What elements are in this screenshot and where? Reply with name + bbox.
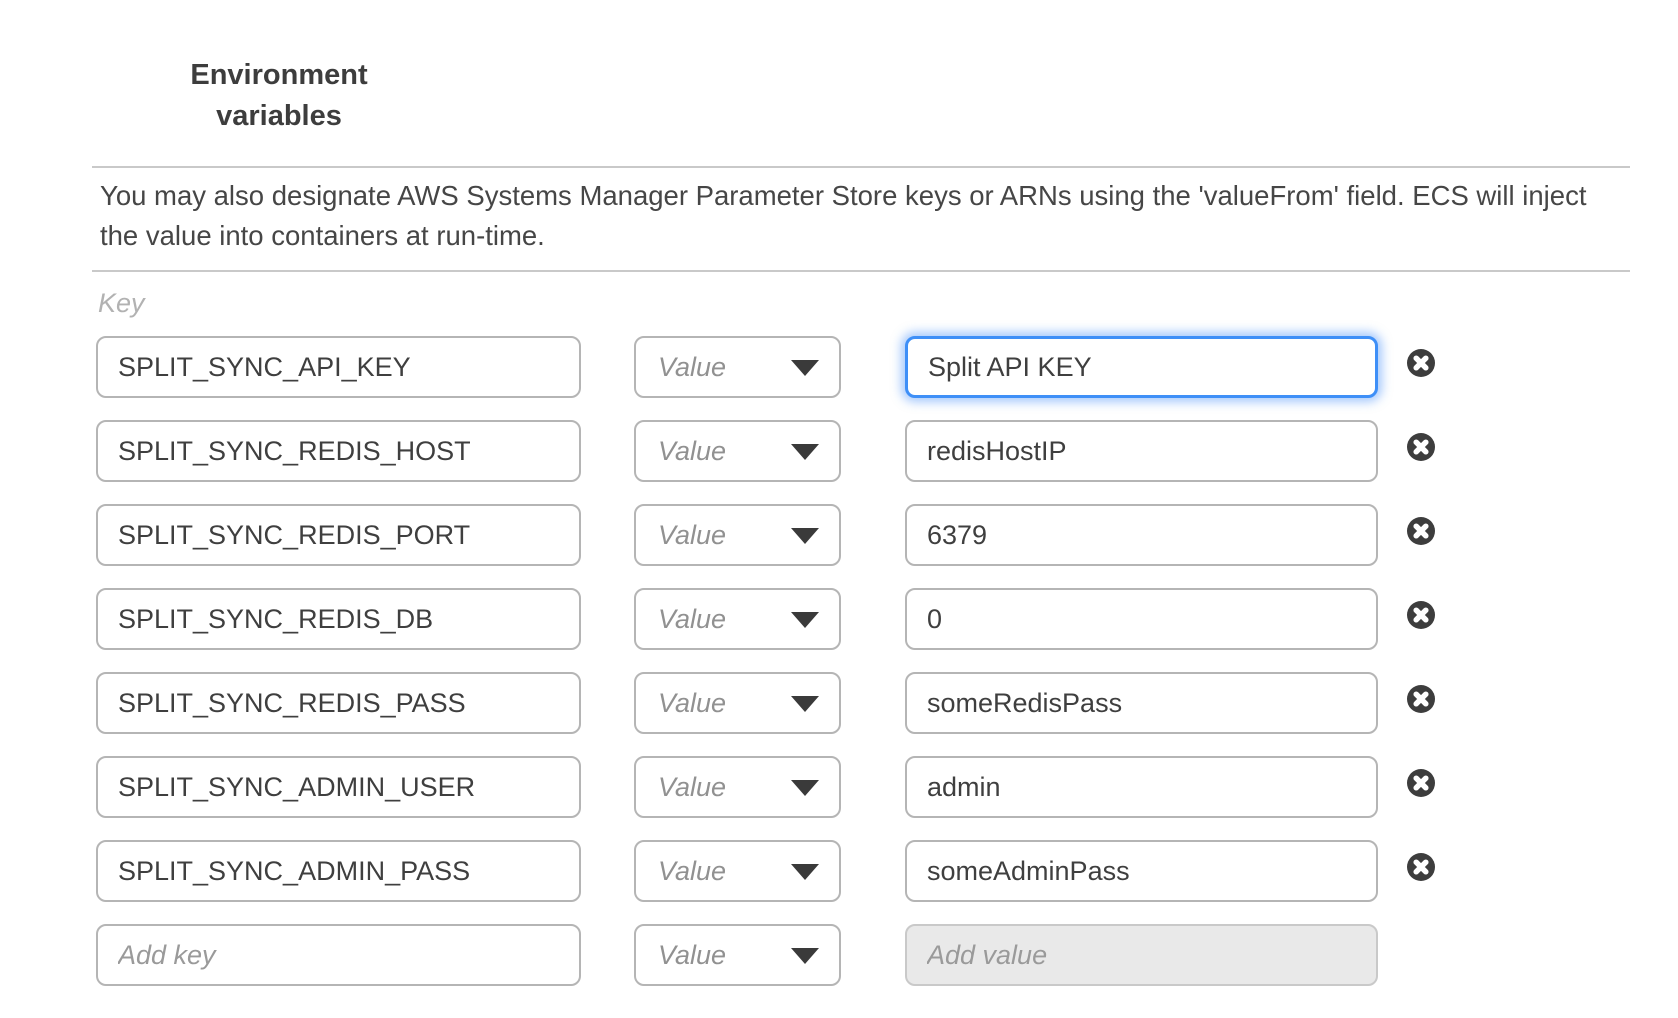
- env-key-input[interactable]: [96, 756, 581, 818]
- env-key-input[interactable]: [96, 420, 581, 482]
- x-circle-icon: [1406, 684, 1436, 714]
- caret-down-icon: [791, 780, 819, 796]
- env-type-selected-value: Value: [658, 772, 726, 803]
- env-key-input[interactable]: [96, 588, 581, 650]
- caret-down-icon: [791, 948, 819, 964]
- env-var-row: Value: [0, 840, 1678, 902]
- env-value-input[interactable]: [905, 504, 1378, 566]
- remove-row-button[interactable]: [1406, 600, 1436, 630]
- env-type-select[interactable]: Value: [634, 924, 841, 986]
- x-circle-icon: [1406, 348, 1436, 378]
- env-key-input[interactable]: [96, 336, 581, 398]
- x-circle-icon: [1406, 600, 1436, 630]
- env-type-selected-value: Value: [658, 604, 726, 635]
- env-type-select[interactable]: Value: [634, 588, 841, 650]
- remove-row-button[interactable]: [1406, 516, 1436, 546]
- env-type-select[interactable]: Value: [634, 840, 841, 902]
- x-circle-icon: [1406, 768, 1436, 798]
- remove-row-button[interactable]: [1406, 852, 1436, 882]
- env-var-row: Value: [0, 504, 1678, 566]
- env-type-selected-value: Value: [658, 436, 726, 467]
- env-var-row: Value: [0, 420, 1678, 482]
- caret-down-icon: [791, 360, 819, 376]
- env-var-rows: Value Value Value: [0, 0, 1678, 1018]
- env-key-input[interactable]: [96, 504, 581, 566]
- env-var-row: Value: [0, 336, 1678, 398]
- env-type-selected-value: Value: [658, 856, 726, 887]
- env-type-select[interactable]: Value: [634, 756, 841, 818]
- remove-row-button[interactable]: [1406, 348, 1436, 378]
- env-value-input[interactable]: [905, 420, 1378, 482]
- env-value-input[interactable]: [905, 336, 1378, 398]
- remove-row-button[interactable]: [1406, 684, 1436, 714]
- env-type-selected-value: Value: [658, 352, 726, 383]
- env-value-input[interactable]: [905, 840, 1378, 902]
- env-key-input[interactable]: [96, 840, 581, 902]
- env-var-row: Value: [0, 672, 1678, 734]
- x-circle-icon: [1406, 852, 1436, 882]
- env-value-input[interactable]: [905, 756, 1378, 818]
- env-type-select[interactable]: Value: [634, 672, 841, 734]
- env-value-input[interactable]: [905, 924, 1378, 986]
- env-type-select[interactable]: Value: [634, 420, 841, 482]
- remove-row-button[interactable]: [1406, 432, 1436, 462]
- caret-down-icon: [791, 864, 819, 880]
- environment-variables-section: Environment variables You may also desig…: [0, 0, 1678, 1018]
- env-value-input[interactable]: [905, 588, 1378, 650]
- env-key-input[interactable]: [96, 924, 581, 986]
- remove-row-button[interactable]: [1406, 768, 1436, 798]
- caret-down-icon: [791, 612, 819, 628]
- caret-down-icon: [791, 528, 819, 544]
- caret-down-icon: [791, 696, 819, 712]
- env-var-add-row: Value: [0, 924, 1678, 986]
- env-type-selected-value: Value: [658, 688, 726, 719]
- x-circle-icon: [1406, 516, 1436, 546]
- env-var-row: Value: [0, 756, 1678, 818]
- env-var-row: Value: [0, 588, 1678, 650]
- x-circle-icon: [1406, 432, 1436, 462]
- env-key-input[interactable]: [96, 672, 581, 734]
- env-type-select[interactable]: Value: [634, 504, 841, 566]
- env-value-input[interactable]: [905, 672, 1378, 734]
- env-type-select[interactable]: Value: [634, 336, 841, 398]
- env-type-selected-value: Value: [658, 940, 726, 971]
- env-type-selected-value: Value: [658, 520, 726, 551]
- caret-down-icon: [791, 444, 819, 460]
